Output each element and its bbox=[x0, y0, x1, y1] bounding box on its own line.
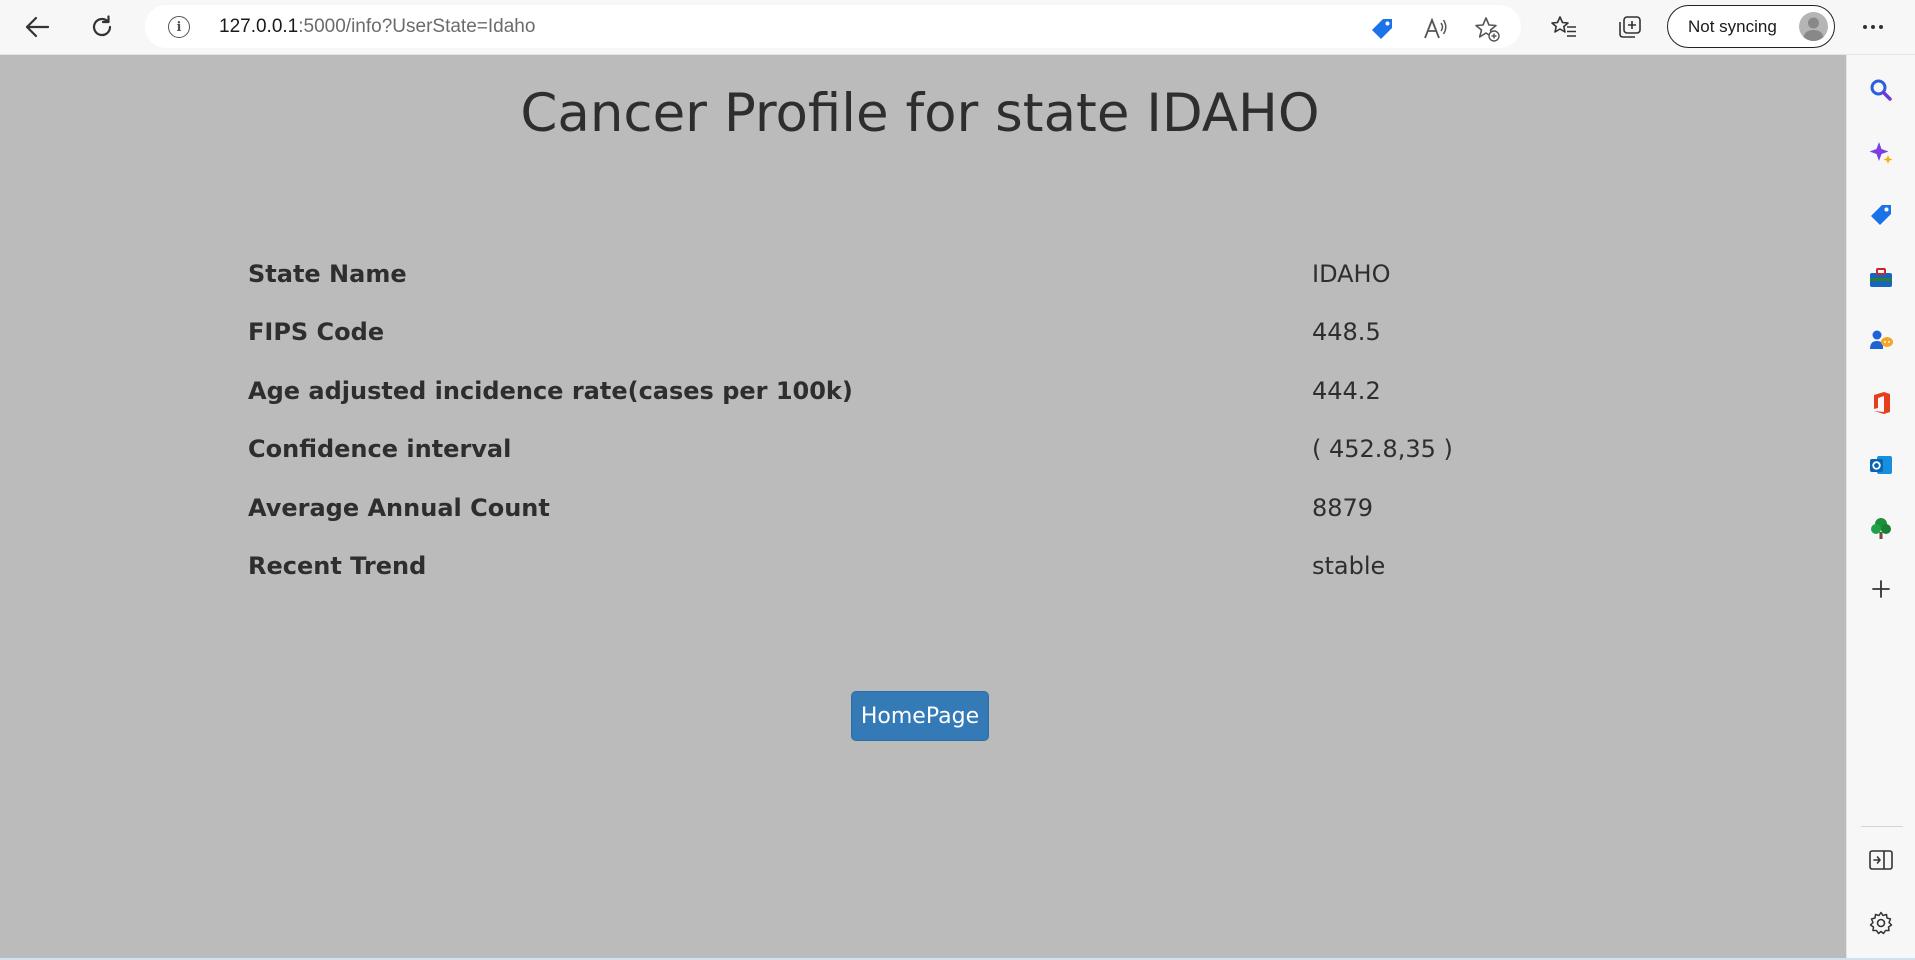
row-label: Recent Trend bbox=[248, 551, 427, 580]
favorites-icon[interactable] bbox=[1546, 10, 1582, 44]
row-label: FIPS Code bbox=[248, 318, 385, 347]
add-icon[interactable] bbox=[1867, 575, 1895, 603]
tools-icon[interactable] bbox=[1867, 264, 1895, 292]
address-url[interactable]: 127.0.0.1:5000/info?UserState=Idaho bbox=[219, 16, 535, 38]
row-value: 8879 bbox=[1312, 493, 1374, 522]
refresh-icon[interactable] bbox=[84, 10, 120, 44]
row-label: Age adjusted incidence rate(cases per 10… bbox=[248, 376, 853, 405]
outlook-icon[interactable] bbox=[1867, 451, 1895, 479]
browser-sidebar bbox=[1846, 55, 1915, 958]
table-row: Age adjusted incidence rate(cases per 10… bbox=[248, 370, 1468, 428]
table-row: Recent Trend stable bbox=[248, 545, 1468, 603]
table-row: Confidence interval ( 452.8,35 ) bbox=[248, 428, 1468, 486]
profile-sync-button[interactable]: Not syncing bbox=[1667, 5, 1835, 48]
row-value: 448.5 bbox=[1312, 318, 1381, 347]
table-row: State Name IDAHO bbox=[248, 253, 1468, 311]
sidebar-divider bbox=[1861, 826, 1903, 827]
homepage-button[interactable]: HomePage bbox=[851, 691, 989, 741]
games-icon[interactable] bbox=[1867, 326, 1895, 354]
row-value: ( 452.8,35 ) bbox=[1312, 435, 1453, 464]
row-label: Average Annual Count bbox=[248, 493, 550, 522]
table-row: FIPS Code 448.5 bbox=[248, 311, 1468, 369]
copilot-sparkle-icon[interactable] bbox=[1867, 139, 1895, 167]
profile-table: State Name IDAHO FIPS Code 448.5 Age adj… bbox=[248, 253, 1468, 603]
search-icon[interactable] bbox=[1867, 76, 1895, 104]
page-content: Cancer Profile for state IDAHO State Nam… bbox=[0, 55, 1846, 958]
url-host: 127.0.0.1 bbox=[219, 16, 299, 37]
back-arrow-icon[interactable] bbox=[19, 10, 55, 44]
avatar bbox=[1799, 12, 1828, 41]
row-value: stable bbox=[1312, 551, 1386, 580]
row-value: IDAHO bbox=[1312, 260, 1391, 288]
row-label: State Name bbox=[248, 260, 407, 288]
row-label: Confidence interval bbox=[248, 435, 512, 464]
page-title: Cancer Profile for state IDAHO bbox=[520, 83, 1320, 144]
sync-label: Not syncing bbox=[1688, 17, 1777, 36]
office-icon[interactable] bbox=[1867, 389, 1895, 417]
site-info-icon[interactable]: i bbox=[168, 16, 190, 38]
read-aloud-icon[interactable] bbox=[1421, 15, 1447, 41]
table-row: Average Annual Count 8879 bbox=[248, 487, 1468, 545]
add-favorite-icon[interactable] bbox=[1473, 15, 1500, 42]
address-bar[interactable]: i 127.0.0.1:5000/info?UserState=Idaho bbox=[145, 5, 1521, 48]
row-value: 444.2 bbox=[1312, 376, 1381, 405]
shopping-tag-icon[interactable] bbox=[1368, 15, 1394, 41]
collections-icon[interactable] bbox=[1612, 10, 1648, 44]
url-path: :5000/info?UserState=Idaho bbox=[298, 16, 536, 37]
settings-icon[interactable] bbox=[1867, 909, 1895, 937]
split-screen-icon[interactable] bbox=[1867, 846, 1895, 874]
browser-toolbar: i 127.0.0.1:5000/info?UserState=Idaho No… bbox=[0, 0, 1915, 55]
drop-tree-icon[interactable] bbox=[1867, 514, 1895, 542]
more-options-icon[interactable] bbox=[1855, 10, 1891, 44]
shopping-tag-icon[interactable] bbox=[1867, 201, 1895, 229]
